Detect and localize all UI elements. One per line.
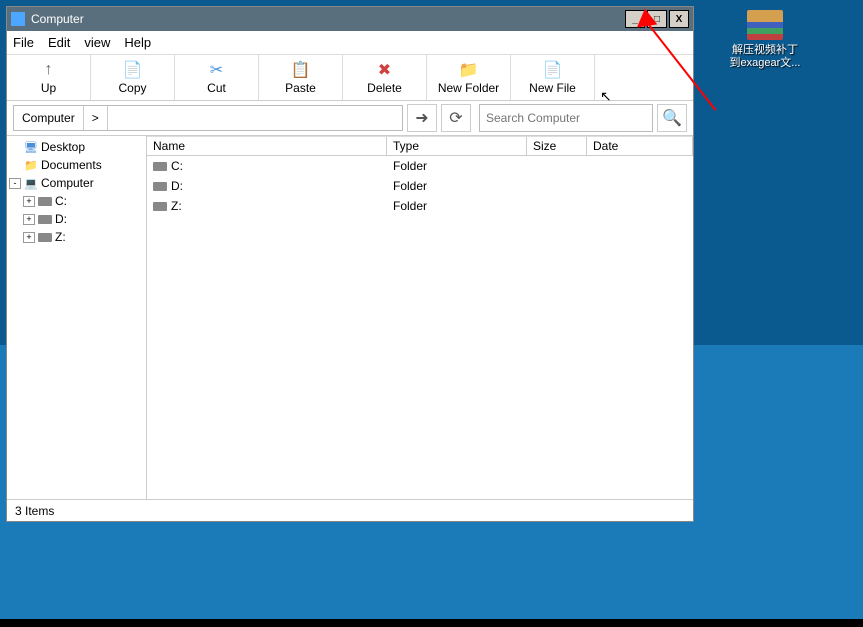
cell-size xyxy=(527,176,587,196)
tree-label: C: xyxy=(55,194,67,208)
drive-icon xyxy=(153,162,167,171)
taskbar[interactable] xyxy=(0,619,863,627)
menu-view[interactable]: view xyxy=(84,35,110,50)
up-button-label: Up xyxy=(41,81,56,95)
list-header: Name Type Size Date xyxy=(147,136,693,156)
statusbar: 3 Items xyxy=(7,499,693,521)
drive-icon xyxy=(153,182,167,191)
col-name[interactable]: Name xyxy=(147,137,387,155)
tree-label: D: xyxy=(55,212,67,226)
search-button[interactable]: 🔍 xyxy=(657,104,687,132)
maximize-button[interactable]: □ xyxy=(647,10,667,28)
breadcrumb-current[interactable]: Computer xyxy=(14,106,84,130)
breadcrumb-chevron-icon[interactable]: > xyxy=(84,106,108,130)
paste-button-label: Paste xyxy=(285,81,316,95)
drive-icon xyxy=(153,202,167,211)
sidebar-item-desktop[interactable]: 🖥Desktop xyxy=(9,138,144,156)
navigation-row: Computer > ➜ ⟳ 🔍 xyxy=(7,101,693,135)
tree-label: Z: xyxy=(55,230,66,244)
close-button[interactable]: X xyxy=(669,10,689,28)
cell-type: Folder xyxy=(387,176,527,196)
new-file-button-label: New File xyxy=(529,81,576,95)
sidebar-item-d[interactable]: + D: xyxy=(9,210,144,228)
col-date[interactable]: Date xyxy=(587,137,693,155)
menubar: File Edit view Help xyxy=(7,31,693,55)
tree-label: Documents xyxy=(41,158,102,172)
cell-date xyxy=(587,176,599,196)
menu-file[interactable]: File xyxy=(13,35,34,50)
tree-toggle-icon[interactable]: - xyxy=(9,178,21,189)
desktop-icon-label: 解压视频补丁 到exagear文... xyxy=(725,44,805,70)
body: 🖥Desktop📁Documents-💻Computer+C:+D:+Z: Na… xyxy=(7,135,693,499)
new-file-button-icon: 📄 xyxy=(544,61,562,79)
folder-icon: 📁 xyxy=(23,158,39,172)
computer-icon: 💻 xyxy=(23,176,39,190)
col-size[interactable]: Size xyxy=(527,137,587,155)
search-input[interactable] xyxy=(479,104,653,132)
minimize-button[interactable]: _ xyxy=(625,10,645,28)
cell-name: Z: xyxy=(147,196,387,216)
file-manager-window: Computer _ □ X File Edit view Help ↑ Up 📄 C… xyxy=(6,6,694,522)
table-row[interactable]: Z:Folder xyxy=(147,196,693,216)
file-list: Name Type Size Date C:FolderD:FolderZ:Fo… xyxy=(147,136,693,499)
sidebar-item-computer[interactable]: -💻Computer xyxy=(9,174,144,192)
sidebar: 🖥Desktop📁Documents-💻Computer+C:+D:+Z: xyxy=(7,136,147,499)
delete-button[interactable]: ✖ Delete xyxy=(343,55,427,100)
desktop-icon: 🖥 xyxy=(23,140,39,154)
window-controls: _ □ X xyxy=(625,10,689,28)
up-button[interactable]: ↑ Up xyxy=(7,55,91,100)
toolbar: ↑ Up 📄 Copy ✂ Cut 📋 Paste ✖ Delete 📁 New Folder 📄 New… xyxy=(7,55,693,101)
copy-button-label: Copy xyxy=(118,81,146,95)
table-row[interactable]: C:Folder xyxy=(147,156,693,176)
cell-type: Folder xyxy=(387,196,527,216)
drive-icon xyxy=(37,212,53,226)
sidebar-item-documents[interactable]: 📁Documents xyxy=(9,156,144,174)
copy-button-icon: 📄 xyxy=(124,61,142,79)
titlebar[interactable]: Computer _ □ X xyxy=(7,7,693,31)
menu-help[interactable]: Help xyxy=(124,35,151,50)
cell-type: Folder xyxy=(387,156,527,176)
cut-button[interactable]: ✂ Cut xyxy=(175,55,259,100)
delete-button-icon: ✖ xyxy=(376,61,394,79)
tree-label: Computer xyxy=(41,176,94,190)
new-file-button[interactable]: 📄 New File xyxy=(511,55,595,100)
cell-name: D: xyxy=(147,176,387,196)
copy-button[interactable]: 📄 Copy xyxy=(91,55,175,100)
table-row[interactable]: D:Folder xyxy=(147,176,693,196)
up-button-icon: ↑ xyxy=(40,61,58,79)
archive-icon xyxy=(747,10,783,40)
cell-date xyxy=(587,156,599,176)
list-body: C:FolderD:FolderZ:Folder xyxy=(147,156,693,499)
drive-icon xyxy=(37,194,53,208)
tree-toggle-icon[interactable]: + xyxy=(23,214,35,225)
cut-button-label: Cut xyxy=(207,81,226,95)
cell-date xyxy=(587,196,599,216)
drive-icon xyxy=(37,230,53,244)
tree-label: Desktop xyxy=(41,140,85,154)
menu-edit[interactable]: Edit xyxy=(48,35,70,50)
tree-toggle-icon[interactable]: + xyxy=(23,232,35,243)
new-folder-button-icon: 📁 xyxy=(460,61,478,79)
new-folder-button[interactable]: 📁 New Folder xyxy=(427,55,511,100)
new-folder-button-label: New Folder xyxy=(438,81,499,95)
status-text: 3 Items xyxy=(15,504,54,518)
desktop-icon-archive[interactable]: 解压视频补丁 到exagear文... xyxy=(725,10,805,70)
breadcrumb[interactable]: Computer > xyxy=(13,105,403,131)
cell-size xyxy=(527,196,587,216)
sidebar-item-z[interactable]: + Z: xyxy=(9,228,144,246)
tree-toggle-icon[interactable]: + xyxy=(23,196,35,207)
cell-name: C: xyxy=(147,156,387,176)
delete-button-label: Delete xyxy=(367,81,402,95)
sidebar-item-c[interactable]: + C: xyxy=(9,192,144,210)
app-icon xyxy=(11,12,25,26)
refresh-button[interactable]: ⟳ xyxy=(441,104,471,132)
cut-button-icon: ✂ xyxy=(208,61,226,79)
col-type[interactable]: Type xyxy=(387,137,527,155)
cell-size xyxy=(527,156,587,176)
paste-button[interactable]: 📋 Paste xyxy=(259,55,343,100)
go-button[interactable]: ➜ xyxy=(407,104,437,132)
window-title: Computer xyxy=(31,12,625,26)
paste-button-icon: 📋 xyxy=(292,61,310,79)
